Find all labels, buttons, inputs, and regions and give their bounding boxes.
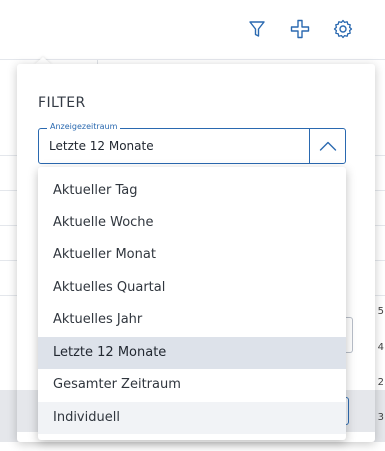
period-select[interactable]: Letzte 12 Monate (38, 128, 346, 164)
period-select-value: Letzte 12 Monate (49, 139, 154, 153)
gear-icon[interactable] (331, 17, 355, 41)
page-header (0, 0, 385, 60)
filter-icon[interactable] (245, 17, 269, 41)
option-aktuelles-quartal[interactable]: Aktuelles Quartal (38, 272, 346, 304)
plus-icon[interactable] (288, 17, 312, 41)
option-aktuelle-woche[interactable]: Aktuelle Woche (38, 207, 346, 239)
option-gesamter-zeitraum[interactable]: Gesamter Zeitraum (38, 369, 346, 401)
option-aktuelles-jahr[interactable]: Aktuelles Jahr (38, 304, 346, 336)
table-cell-value: 2 (377, 377, 384, 388)
table-cell-value: 4 (377, 342, 384, 353)
filter-title: FILTER (38, 95, 86, 111)
option-individuell[interactable]: Individuell (38, 402, 346, 434)
option-letzte-12-monate[interactable]: Letzte 12 Monate (38, 337, 346, 369)
screen: 5 4 2 3 FILTER Letzte 12 Monate Anzeigez… (0, 0, 385, 451)
period-select-label: Anzeigezeitraum (47, 122, 121, 132)
select-toggle-button[interactable] (309, 129, 345, 163)
option-aktueller-tag[interactable]: Aktueller Tag (38, 175, 346, 207)
table-cell-value: 3 (377, 412, 384, 423)
table-cell-value: 5 (377, 306, 384, 317)
period-dropdown-list: Aktueller Tag Aktuelle Woche Aktueller M… (38, 167, 346, 440)
chevron-up-icon (319, 141, 337, 151)
option-aktueller-monat[interactable]: Aktueller Monat (38, 239, 346, 271)
